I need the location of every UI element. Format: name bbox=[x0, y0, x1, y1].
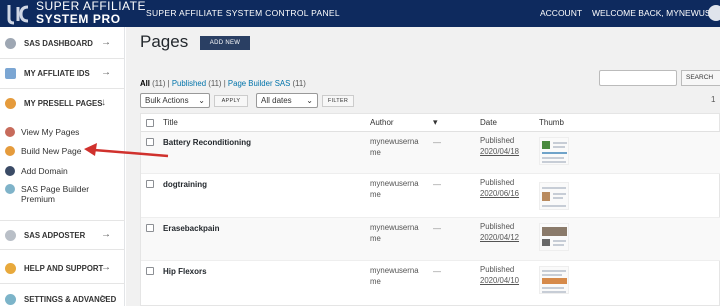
sidebar-subitem-label: SAS Page Builder Premium bbox=[21, 184, 90, 204]
chevron-down-icon: ⌄ bbox=[306, 96, 313, 105]
filter-button[interactable]: FILTER bbox=[322, 95, 354, 107]
row-title-link[interactable]: Erasebackpain bbox=[163, 224, 219, 233]
row-checkbox[interactable] bbox=[146, 180, 154, 188]
filter-separator: | bbox=[167, 79, 170, 88]
row-comments: — bbox=[433, 138, 441, 147]
sidebar-item-help-support[interactable]: HELP AND SUPPORT → bbox=[0, 254, 125, 284]
row-comments: — bbox=[433, 224, 441, 233]
row-thumbnail[interactable] bbox=[539, 182, 569, 210]
table-row: Erasebackpain mynewusername — Published … bbox=[141, 218, 720, 261]
account-link[interactable]: ACCOUNT bbox=[540, 8, 582, 18]
filter-published-count: (11) bbox=[208, 79, 222, 88]
sidebar-item-presell-pages[interactable]: MY PRESELL PAGES ↓ bbox=[0, 89, 125, 119]
comment-icon: ▾ bbox=[433, 117, 438, 127]
sidebar-item-label: MY PRESELL PAGES bbox=[24, 99, 103, 108]
filter-builder-count: (11) bbox=[292, 79, 306, 88]
row-status: Published bbox=[480, 136, 515, 145]
row-author[interactable]: mynewusername bbox=[370, 265, 425, 287]
logo-icon bbox=[7, 5, 29, 25]
adposter-icon bbox=[5, 230, 16, 241]
sidebar-item-label: MY AFFLIATE IDS bbox=[24, 69, 90, 78]
date-filter-value: All dates bbox=[261, 96, 292, 105]
row-title-link[interactable]: Battery Reconditioning bbox=[163, 138, 251, 147]
table-row: dogtraining mynewusername — Published 20… bbox=[141, 174, 720, 218]
row-date: 2020/04/10 bbox=[480, 276, 520, 285]
row-comments: — bbox=[433, 180, 441, 189]
table-header: Title Author ▾ Date Thumb bbox=[141, 114, 720, 132]
bulk-actions-select[interactable]: Bulk Actions ⌄ bbox=[140, 93, 210, 108]
sidebar-item-affiliate-ids[interactable]: MY AFFLIATE IDS → bbox=[0, 59, 125, 89]
arrow-right-icon: → bbox=[101, 67, 111, 78]
row-checkbox[interactable] bbox=[146, 224, 154, 232]
sidebar-item-sas-adposter[interactable]: SAS ADPOSTER → bbox=[0, 220, 125, 250]
row-comments: — bbox=[433, 267, 441, 276]
pages-table: Title Author ▾ Date Thumb Battery Recond… bbox=[140, 113, 720, 306]
arrow-right-icon: → bbox=[101, 229, 111, 240]
search-button[interactable]: SEARCH bbox=[681, 70, 720, 86]
column-title[interactable]: Title bbox=[163, 118, 178, 127]
row-thumbnail[interactable] bbox=[539, 137, 569, 165]
annotation-arrow-icon bbox=[84, 143, 169, 158]
row-thumbnail[interactable] bbox=[539, 266, 569, 294]
search-input[interactable] bbox=[599, 70, 677, 86]
sidebar-item-label: SAS DASHBOARD bbox=[24, 39, 93, 48]
column-author: Author bbox=[370, 118, 394, 127]
apply-button[interactable]: APPLY bbox=[214, 95, 248, 107]
chevron-down-icon: ⌄ bbox=[198, 96, 205, 105]
status-filters: All (11) | Published (11) | Page Builder… bbox=[140, 79, 306, 88]
welcome-text: WELCOME BACK, MYNEWUSERNAME bbox=[592, 8, 720, 18]
filter-all[interactable]: All bbox=[140, 79, 150, 88]
row-author[interactable]: mynewusername bbox=[370, 136, 425, 158]
row-title-link[interactable]: dogtraining bbox=[163, 180, 207, 189]
settings-icon bbox=[5, 294, 16, 305]
table-row: Hip Flexors mynewusername — Published 20… bbox=[141, 261, 720, 306]
presell-icon bbox=[5, 98, 16, 109]
row-status: Published bbox=[480, 222, 515, 231]
page-count: 1 bbox=[711, 95, 716, 104]
row-author[interactable]: mynewusername bbox=[370, 178, 425, 200]
panel-title: SUPER AFFILIATE SYSTEM CONTROL PANEL bbox=[146, 8, 340, 18]
sidebar-item-label: SAS ADPOSTER bbox=[24, 231, 86, 240]
column-thumb: Thumb bbox=[539, 118, 564, 127]
help-icon bbox=[5, 263, 16, 274]
bulk-actions-value: Bulk Actions bbox=[145, 96, 189, 105]
avatar[interactable] bbox=[708, 5, 720, 21]
sidebar-item-settings[interactable]: SETTINGS & ADVANCED > bbox=[0, 285, 125, 306]
sidebar-item-label: HELP AND SUPPORT bbox=[24, 264, 104, 273]
dashboard-icon bbox=[5, 38, 16, 49]
arrow-right-icon: → bbox=[101, 262, 111, 273]
add-new-button[interactable]: ADD NEW bbox=[200, 36, 250, 50]
column-date[interactable]: Date bbox=[480, 118, 497, 127]
page-title: Pages bbox=[140, 32, 189, 51]
select-all-checkbox[interactable] bbox=[146, 119, 154, 127]
row-date: 2020/06/16 bbox=[480, 189, 520, 198]
row-status: Published bbox=[480, 178, 515, 187]
filter-all-count: (11) bbox=[152, 79, 166, 88]
filter-published[interactable]: Published bbox=[172, 79, 206, 88]
row-date: 2020/04/18 bbox=[480, 147, 520, 156]
ids-icon bbox=[5, 68, 16, 79]
arrow-down-icon: ↓ bbox=[101, 97, 106, 108]
row-title-link[interactable]: Hip Flexors bbox=[163, 267, 207, 276]
domain-icon bbox=[5, 166, 15, 176]
builder-icon bbox=[5, 184, 15, 194]
chevron-right-icon: > bbox=[101, 293, 107, 304]
filter-page-builder[interactable]: Page Builder SAS bbox=[228, 79, 290, 88]
row-date: 2020/04/12 bbox=[480, 233, 520, 242]
top-bar: SUPER AFFILIATE SYSTEM PRO SUPER AFFILIA… bbox=[0, 0, 720, 27]
main-content: Pages ADD NEW All (11) | Published (11) … bbox=[126, 27, 720, 306]
logo-line2: SYSTEM PRO bbox=[36, 12, 121, 26]
row-author[interactable]: mynewusername bbox=[370, 222, 425, 244]
logo[interactable]: SUPER AFFILIATE SYSTEM PRO bbox=[4, 0, 145, 27]
row-status: Published bbox=[480, 265, 515, 274]
row-thumbnail[interactable] bbox=[539, 223, 569, 251]
date-filter-select[interactable]: All dates ⌄ bbox=[256, 93, 318, 108]
build-page-icon bbox=[5, 146, 15, 156]
view-pages-icon bbox=[5, 127, 15, 137]
filter-separator: | bbox=[223, 79, 226, 88]
sidebar-item-sas-dashboard[interactable]: SAS DASHBOARD → bbox=[0, 29, 125, 59]
row-checkbox[interactable] bbox=[146, 267, 154, 275]
table-row: Battery Reconditioning mynewusername — P… bbox=[141, 132, 720, 174]
arrow-right-icon: → bbox=[101, 37, 111, 48]
